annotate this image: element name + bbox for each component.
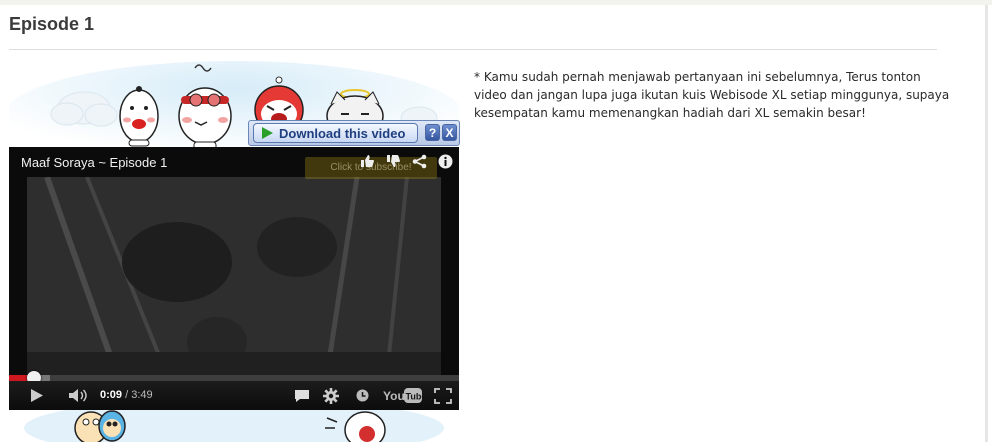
current-time: 0:09 [100,389,123,401]
clock-icon [356,389,368,402]
download-toolbar: Download this video ? X [248,120,460,146]
play-icon [31,389,43,402]
download-label: Download this video [279,125,406,141]
share-icon[interactable] [411,153,427,169]
gear-icon [323,387,339,404]
video-title[interactable]: Maaf Soraya ~ Episode 1 [21,155,167,170]
top-strip [0,0,992,5]
youtube-logo[interactable]: You Tube [383,387,423,404]
page-title: Episode 1 [9,14,95,34]
like-icon[interactable] [359,153,375,169]
svg-text:You: You [383,389,405,403]
video-frame[interactable] [27,176,441,376]
volume-icon [69,389,87,402]
volume-button[interactable] [67,387,89,404]
video-player[interactable]: Maaf Soraya ~ Episode 1 Click to subscri… [9,147,459,410]
captions-button[interactable] [293,387,311,404]
close-button[interactable]: X [442,124,457,141]
info-icon[interactable] [437,153,453,169]
download-video-button[interactable]: Download this video [253,123,418,143]
character-5 [74,410,126,442]
time-display: 0:09 / 3:49 [100,389,153,401]
play-button[interactable] [29,387,45,404]
settings-button[interactable] [322,387,340,404]
svg-text:Tube: Tube [406,392,424,402]
help-button[interactable]: ? [425,124,440,141]
watch-later-button[interactable] [354,387,370,404]
fullscreen-button[interactable] [433,387,453,404]
player-controls: 0:09 / 3:49 You Tube [9,381,459,410]
dislike-icon[interactable] [385,153,401,169]
play-arrow-icon [262,127,273,139]
captions-icon [295,389,309,402]
video-still [27,176,441,376]
duration: / 3:49 [122,389,153,401]
player-top-actions [359,153,453,169]
fullscreen-icon [434,387,452,404]
episode-description: * Kamu sudah pernah menjawab pertanyaan … [474,70,950,120]
title-divider [9,49,937,50]
right-border [985,5,988,442]
youtube-logo-icon: You Tube [383,388,424,403]
